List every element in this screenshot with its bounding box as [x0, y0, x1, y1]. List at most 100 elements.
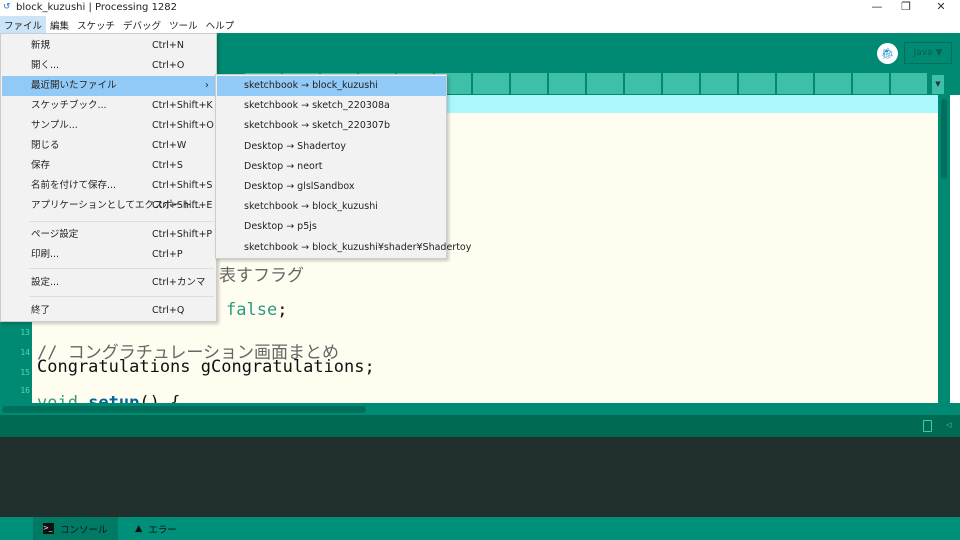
vertical-scrollbar[interactable] — [938, 95, 950, 403]
menu-item-shortcut: Ctrl+カンマ — [152, 277, 206, 288]
line-number: 15 — [20, 368, 30, 377]
code-text: ; — [277, 300, 288, 320]
menu-item-shortcut: Ctrl+Shift+O — [152, 120, 214, 131]
menu-debug[interactable]: デバッグ — [119, 16, 165, 33]
menu-separator — [29, 268, 214, 269]
sketch-tab[interactable] — [549, 73, 585, 94]
sketch-tab[interactable] — [777, 73, 813, 94]
file-menu-item[interactable]: 保存 Ctrl+S — [2, 156, 216, 176]
menu-item-shortcut: Ctrl+Shift+S — [152, 180, 213, 191]
menu-file[interactable]: ファイル — [0, 16, 47, 33]
tab-errors[interactable]: ▲ エラー — [125, 517, 187, 540]
sketch-tab[interactable] — [853, 73, 889, 94]
code-keyword: void — [37, 393, 89, 403]
recent-file-item[interactable]: sketchbook → block_kuzushi¥shader¥Shader… — [217, 238, 471, 258]
sketch-tab[interactable] — [891, 73, 927, 94]
file-menu-item[interactable]: 終了 Ctrl+Q — [2, 301, 216, 321]
sketch-tab[interactable] — [511, 73, 547, 94]
menu-item-label: ページ設定 — [31, 229, 79, 240]
line-number: 13 — [20, 328, 30, 337]
file-menu-item[interactable]: 閉じる Ctrl+W — [2, 136, 216, 156]
menu-item-label: 設定... — [31, 277, 60, 288]
line-number: 16 — [20, 386, 30, 395]
warning-icon: ▲ — [135, 523, 143, 534]
recent-file-item[interactable]: sketchbook → block_kuzushi — [217, 76, 446, 96]
file-menu-item[interactable]: 最近開いたファイル › — [2, 76, 216, 96]
menu-item-shortcut: Ctrl+W — [152, 140, 187, 151]
sketch-tab[interactable] — [587, 73, 623, 94]
tab-overflow-button[interactable]: ▼ — [932, 75, 944, 94]
menu-sketch[interactable]: スケッチ — [73, 16, 119, 33]
menu-help[interactable]: ヘルプ — [202, 16, 239, 33]
menu-item-shortcut: Ctrl+S — [152, 160, 183, 171]
menu-tools[interactable]: ツール — [165, 16, 202, 33]
code-keyword: false — [226, 300, 278, 320]
clipboard-icon[interactable] — [923, 420, 932, 432]
restore-button[interactable]: ❐ — [891, 0, 921, 16]
recent-file-item[interactable]: sketchbook → sketch_220307b — [217, 116, 446, 136]
code-line: Congratulations gCongratulations; — [37, 357, 375, 377]
code-comment: を表すフラグ — [202, 266, 304, 286]
status-bar: ◁ — [0, 415, 960, 437]
close-button[interactable]: ✕ — [926, 0, 956, 16]
tab-console[interactable]: >_ コンソール — [33, 517, 118, 540]
sketch-tab[interactable] — [739, 73, 775, 94]
bottom-tab-bar: >_ コンソール ▲ エラー — [0, 517, 960, 540]
tab-errors-label: エラー — [148, 524, 177, 536]
menu-item-shortcut: Ctrl+N — [152, 40, 184, 51]
menu-item-label: 名前を付けて保存... — [31, 180, 117, 191]
file-menu: 新規 Ctrl+N 開く... Ctrl+O 最近開いたファイル › スケッチブック... C… — [0, 33, 217, 322]
file-menu-item[interactable]: 新規 Ctrl+N — [2, 36, 216, 56]
menu-item-shortcut: › — [205, 80, 209, 91]
code-function: setup — [88, 393, 140, 403]
recent-file-item[interactable]: sketchbook → sketch_220308a — [217, 96, 446, 116]
sketch-tab[interactable] — [815, 73, 851, 94]
recent-file-item[interactable]: Desktop → glslSandbox — [217, 177, 446, 197]
menu-item-shortcut: Ctrl+Q — [152, 305, 185, 316]
code-text: () { — [139, 393, 181, 403]
menu-item-shortcut: Ctrl+Shift+E — [152, 200, 213, 211]
file-menu-item[interactable]: 開く... Ctrl+O — [2, 56, 216, 76]
menu-item-label: 保存 — [31, 160, 51, 171]
sketch-tab[interactable] — [663, 73, 699, 94]
scroll-thumb[interactable] — [941, 99, 947, 179]
file-menu-item[interactable]: 名前を付けて保存... Ctrl+Shift+S — [2, 176, 216, 196]
terminal-icon: >_ — [43, 523, 54, 534]
console-area[interactable] — [0, 437, 960, 517]
scroll-thumb[interactable] — [2, 406, 366, 413]
processing-logo-icon: ↺ — [3, 2, 11, 12]
menu-item-label: 開く... — [31, 60, 60, 71]
title-bar: ↺ block_kuzushi | Processing 1282 — ❐ ✕ — [0, 0, 960, 16]
menu-separator — [29, 221, 214, 222]
menu-separator — [29, 296, 214, 297]
recent-file-item[interactable]: Desktop → Shadertoy — [217, 137, 446, 157]
collapse-arrow-icon[interactable]: ◁ — [946, 421, 951, 429]
tab-console-label: コンソール — [60, 524, 108, 536]
file-menu-item[interactable]: スケッチブック... Ctrl+Shift+K — [2, 96, 216, 116]
file-menu-item[interactable]: アプリケーションとしてエクスポート... Ctrl+Shift+E — [2, 196, 216, 216]
debug-bug-icon[interactable]: 🐞︎ — [877, 43, 898, 64]
file-menu-item[interactable]: 印刷... Ctrl+P — [2, 245, 216, 265]
sketch-tab[interactable] — [625, 73, 661, 94]
file-menu-item[interactable]: ページ設定 Ctrl+Shift+P — [2, 225, 216, 245]
menu-bar: ファイル 編集 スケッチ デバッグ ツール ヘルプ — [0, 16, 960, 33]
sketch-tab[interactable] — [701, 73, 737, 94]
file-menu-item[interactable]: サンプル... Ctrl+Shift+O — [2, 116, 216, 136]
minimize-button[interactable]: — — [862, 0, 892, 16]
line-number: 14 — [20, 348, 30, 357]
menu-item-shortcut: Ctrl+Shift+K — [152, 100, 213, 111]
menu-edit[interactable]: 編集 — [46, 16, 73, 33]
horizontal-scrollbar[interactable] — [0, 403, 960, 415]
menu-item-label: 最近開いたファイル — [31, 80, 117, 91]
recent-file-item[interactable]: Desktop → neort — [217, 157, 446, 177]
menu-item-label: 印刷... — [31, 249, 60, 260]
recent-file-item[interactable]: Desktop → p5js — [217, 217, 446, 237]
menu-item-label: 終了 — [31, 305, 51, 316]
menu-item-shortcut: Ctrl+Shift+P — [152, 229, 213, 240]
recent-file-item[interactable]: sketchbook → block_kuzushi — [217, 197, 446, 217]
sketch-tab[interactable] — [473, 73, 509, 94]
file-menu-item[interactable]: 設定... Ctrl+カンマ — [2, 273, 216, 293]
menu-item-shortcut: Ctrl+O — [152, 60, 185, 71]
menu-item-shortcut: Ctrl+P — [152, 249, 183, 260]
mode-selector[interactable]: Java ▼ — [904, 42, 952, 64]
